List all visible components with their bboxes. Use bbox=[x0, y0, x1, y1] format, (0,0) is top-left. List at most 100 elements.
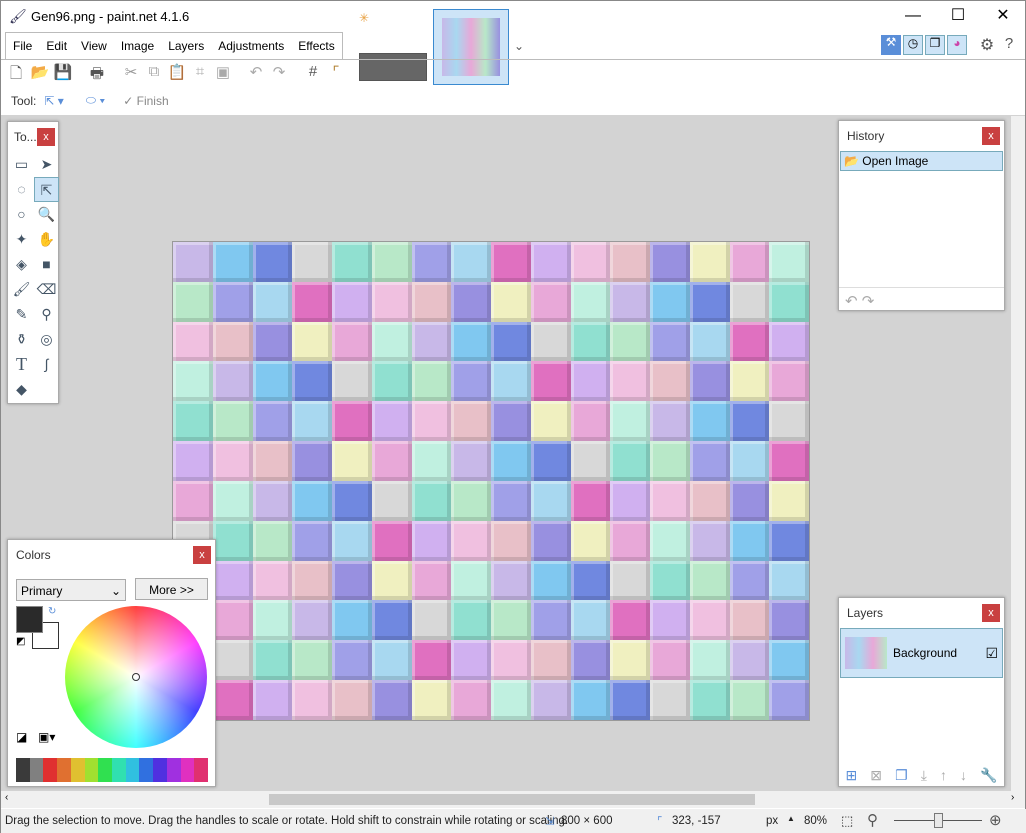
finish-button[interactable]: ✓ Finish bbox=[123, 94, 168, 108]
palette-swatch[interactable] bbox=[194, 758, 208, 782]
palette-swatch[interactable] bbox=[57, 758, 71, 782]
tabs-dropdown-icon[interactable]: ⌄ bbox=[514, 39, 524, 53]
history-redo-button[interactable]: ↷ bbox=[862, 293, 875, 310]
move-selection-tool-dropdown[interactable]: ⇱ ▾ bbox=[44, 94, 63, 108]
lasso-select-tool-icon[interactable]: ◌ bbox=[9, 177, 34, 202]
recolor-tool-icon[interactable]: ◎ bbox=[34, 327, 59, 352]
image-canvas[interactable] bbox=[172, 241, 810, 721]
swap-colors-icon[interactable]: ↻ bbox=[48, 606, 56, 617]
layer-item[interactable]: Background ☑ bbox=[840, 628, 1003, 678]
zoom-to-window-icon[interactable]: ⬚ bbox=[841, 813, 853, 829]
palette-swatch[interactable] bbox=[167, 758, 181, 782]
color-target-select[interactable]: Primary⌄ bbox=[16, 579, 126, 601]
menu-layers[interactable]: Layers bbox=[161, 33, 211, 59]
ellipse-select-tool-icon[interactable]: ○ bbox=[9, 202, 34, 227]
merge-layer-icon[interactable]: ⤓ bbox=[921, 767, 927, 784]
palette-menu-icon[interactable]: ▣▾ bbox=[38, 730, 55, 744]
units-select[interactable]: px bbox=[766, 815, 778, 827]
cut-icon[interactable]: ✂ bbox=[121, 63, 141, 83]
color-wheel-cursor[interactable] bbox=[132, 673, 140, 681]
zoom-tool-icon[interactable]: 🔍 bbox=[34, 202, 59, 227]
menu-edit[interactable]: Edit bbox=[39, 33, 74, 59]
palette-swatch[interactable] bbox=[30, 758, 44, 782]
ruler-icon[interactable]: ⌜ bbox=[326, 63, 346, 83]
history-panel-close-button[interactable]: x bbox=[982, 127, 1000, 145]
help-icon[interactable]: ? bbox=[999, 35, 1019, 55]
paintbrush-tool-icon[interactable]: 🖌 bbox=[9, 277, 34, 302]
delete-layer-icon[interactable]: ⊠ bbox=[870, 767, 882, 784]
scroll-right-icon[interactable]: › bbox=[1011, 792, 1014, 803]
vertical-scrollbar[interactable] bbox=[1011, 116, 1025, 791]
save-icon[interactable]: 💾 bbox=[53, 63, 73, 83]
shapes-tool-icon[interactable]: ◆ bbox=[9, 377, 34, 402]
eraser-tool-icon[interactable]: ⌫ bbox=[34, 277, 59, 302]
undo-icon[interactable]: ↶ bbox=[246, 63, 266, 83]
move-selected-pixels-tool-icon[interactable]: ➤ bbox=[34, 152, 59, 177]
palette-swatch[interactable] bbox=[139, 758, 153, 782]
colors-panel-close-button[interactable]: x bbox=[193, 546, 211, 564]
selection-mode-dropdown[interactable]: ⬭ ▾ bbox=[86, 93, 105, 108]
layers-panel-close-button[interactable]: x bbox=[982, 604, 1000, 622]
layers-window-toggle-icon[interactable]: ❐ bbox=[925, 35, 945, 55]
palette-swatch[interactable] bbox=[16, 758, 30, 782]
settings-gear-icon[interactable]: ⚙ bbox=[977, 35, 997, 55]
clone-stamp-tool-icon[interactable]: ⚱ bbox=[9, 327, 34, 352]
reset-colors-icon[interactable]: ◩ bbox=[16, 636, 25, 647]
gradient-tool-icon[interactable]: ■ bbox=[34, 252, 59, 277]
color-wheel[interactable] bbox=[65, 606, 207, 748]
image-thumbnail-tab-preview[interactable] bbox=[359, 53, 427, 81]
history-undo-button[interactable]: ↶ bbox=[845, 293, 858, 310]
maximize-button[interactable]: ☐ bbox=[938, 5, 978, 27]
add-to-palette-icon[interactable]: ◪ bbox=[16, 730, 27, 744]
zoom-slider-thumb[interactable] bbox=[934, 813, 943, 828]
crop-icon[interactable]: ⌗ bbox=[190, 63, 210, 83]
palette-swatch[interactable] bbox=[181, 758, 195, 782]
menu-effects[interactable]: Effects bbox=[291, 33, 341, 59]
menu-file[interactable]: File bbox=[6, 33, 39, 59]
minimize-button[interactable]: — bbox=[893, 5, 933, 27]
palette-swatch[interactable] bbox=[112, 758, 126, 782]
move-layer-up-icon[interactable]: ↑ bbox=[940, 767, 947, 784]
rectangle-select-tool-icon[interactable]: ▭ bbox=[9, 152, 34, 177]
image-tab-gen96[interactable] bbox=[433, 9, 509, 85]
line-curve-tool-icon[interactable]: ∫ bbox=[34, 352, 59, 377]
grid-icon[interactable]: # bbox=[303, 63, 323, 83]
move-layer-down-icon[interactable]: ↓ bbox=[960, 767, 967, 784]
add-layer-icon[interactable]: ⊞ bbox=[846, 767, 858, 784]
menu-adjustments[interactable]: Adjustments bbox=[211, 33, 291, 59]
zoom-level[interactable]: 80% bbox=[804, 815, 827, 827]
pan-tool-icon[interactable]: ✋ bbox=[34, 227, 59, 252]
color-picker-tool-icon[interactable]: ⚲ bbox=[34, 302, 59, 327]
primary-color-swatch[interactable] bbox=[16, 606, 43, 633]
deselect-icon[interactable]: ▣ bbox=[213, 63, 233, 83]
horizontal-scrollbar[interactable]: ‹ › bbox=[1, 791, 1025, 808]
open-icon[interactable]: 📂 bbox=[30, 63, 50, 83]
paste-icon[interactable]: 📋 bbox=[167, 63, 187, 83]
zoom-in-icon[interactable]: ⊕ bbox=[989, 811, 1002, 829]
colors-window-toggle-icon[interactable]: ◕ bbox=[947, 35, 967, 55]
close-button[interactable]: ✕ bbox=[983, 5, 1023, 27]
palette-swatch[interactable] bbox=[43, 758, 57, 782]
layer-properties-icon[interactable]: 🔧 bbox=[980, 767, 997, 784]
scrollbar-thumb[interactable] bbox=[269, 794, 755, 805]
print-icon[interactable]: 🖶 bbox=[87, 63, 107, 83]
menu-view[interactable]: View bbox=[74, 33, 114, 59]
layer-visibility-checkbox[interactable]: ☑ bbox=[985, 645, 998, 662]
more-colors-button[interactable]: More >> bbox=[135, 578, 208, 600]
redo-icon[interactable]: ↷ bbox=[269, 63, 289, 83]
paint-bucket-tool-icon[interactable]: ◈ bbox=[9, 252, 34, 277]
history-item[interactable]: 📂 Open Image bbox=[840, 151, 1003, 171]
move-selection-tool-icon[interactable]: ⇱ bbox=[34, 177, 59, 202]
palette-swatch[interactable] bbox=[98, 758, 112, 782]
magic-wand-tool-icon[interactable]: ✦ bbox=[9, 227, 34, 252]
tools-window-toggle-icon[interactable]: ⚒ bbox=[881, 35, 901, 55]
zoom-out-icon[interactable]: ⚲ bbox=[867, 811, 878, 829]
text-tool-icon[interactable]: T bbox=[9, 352, 34, 377]
copy-icon[interactable]: ⧉ bbox=[144, 63, 164, 83]
palette-swatch[interactable] bbox=[126, 758, 140, 782]
new-icon[interactable]: 🗋 bbox=[6, 63, 26, 83]
pencil-tool-icon[interactable]: ✎ bbox=[9, 302, 34, 327]
palette-swatch[interactable] bbox=[153, 758, 167, 782]
history-window-toggle-icon[interactable]: ◷ bbox=[903, 35, 923, 55]
palette-swatch[interactable] bbox=[85, 758, 99, 782]
